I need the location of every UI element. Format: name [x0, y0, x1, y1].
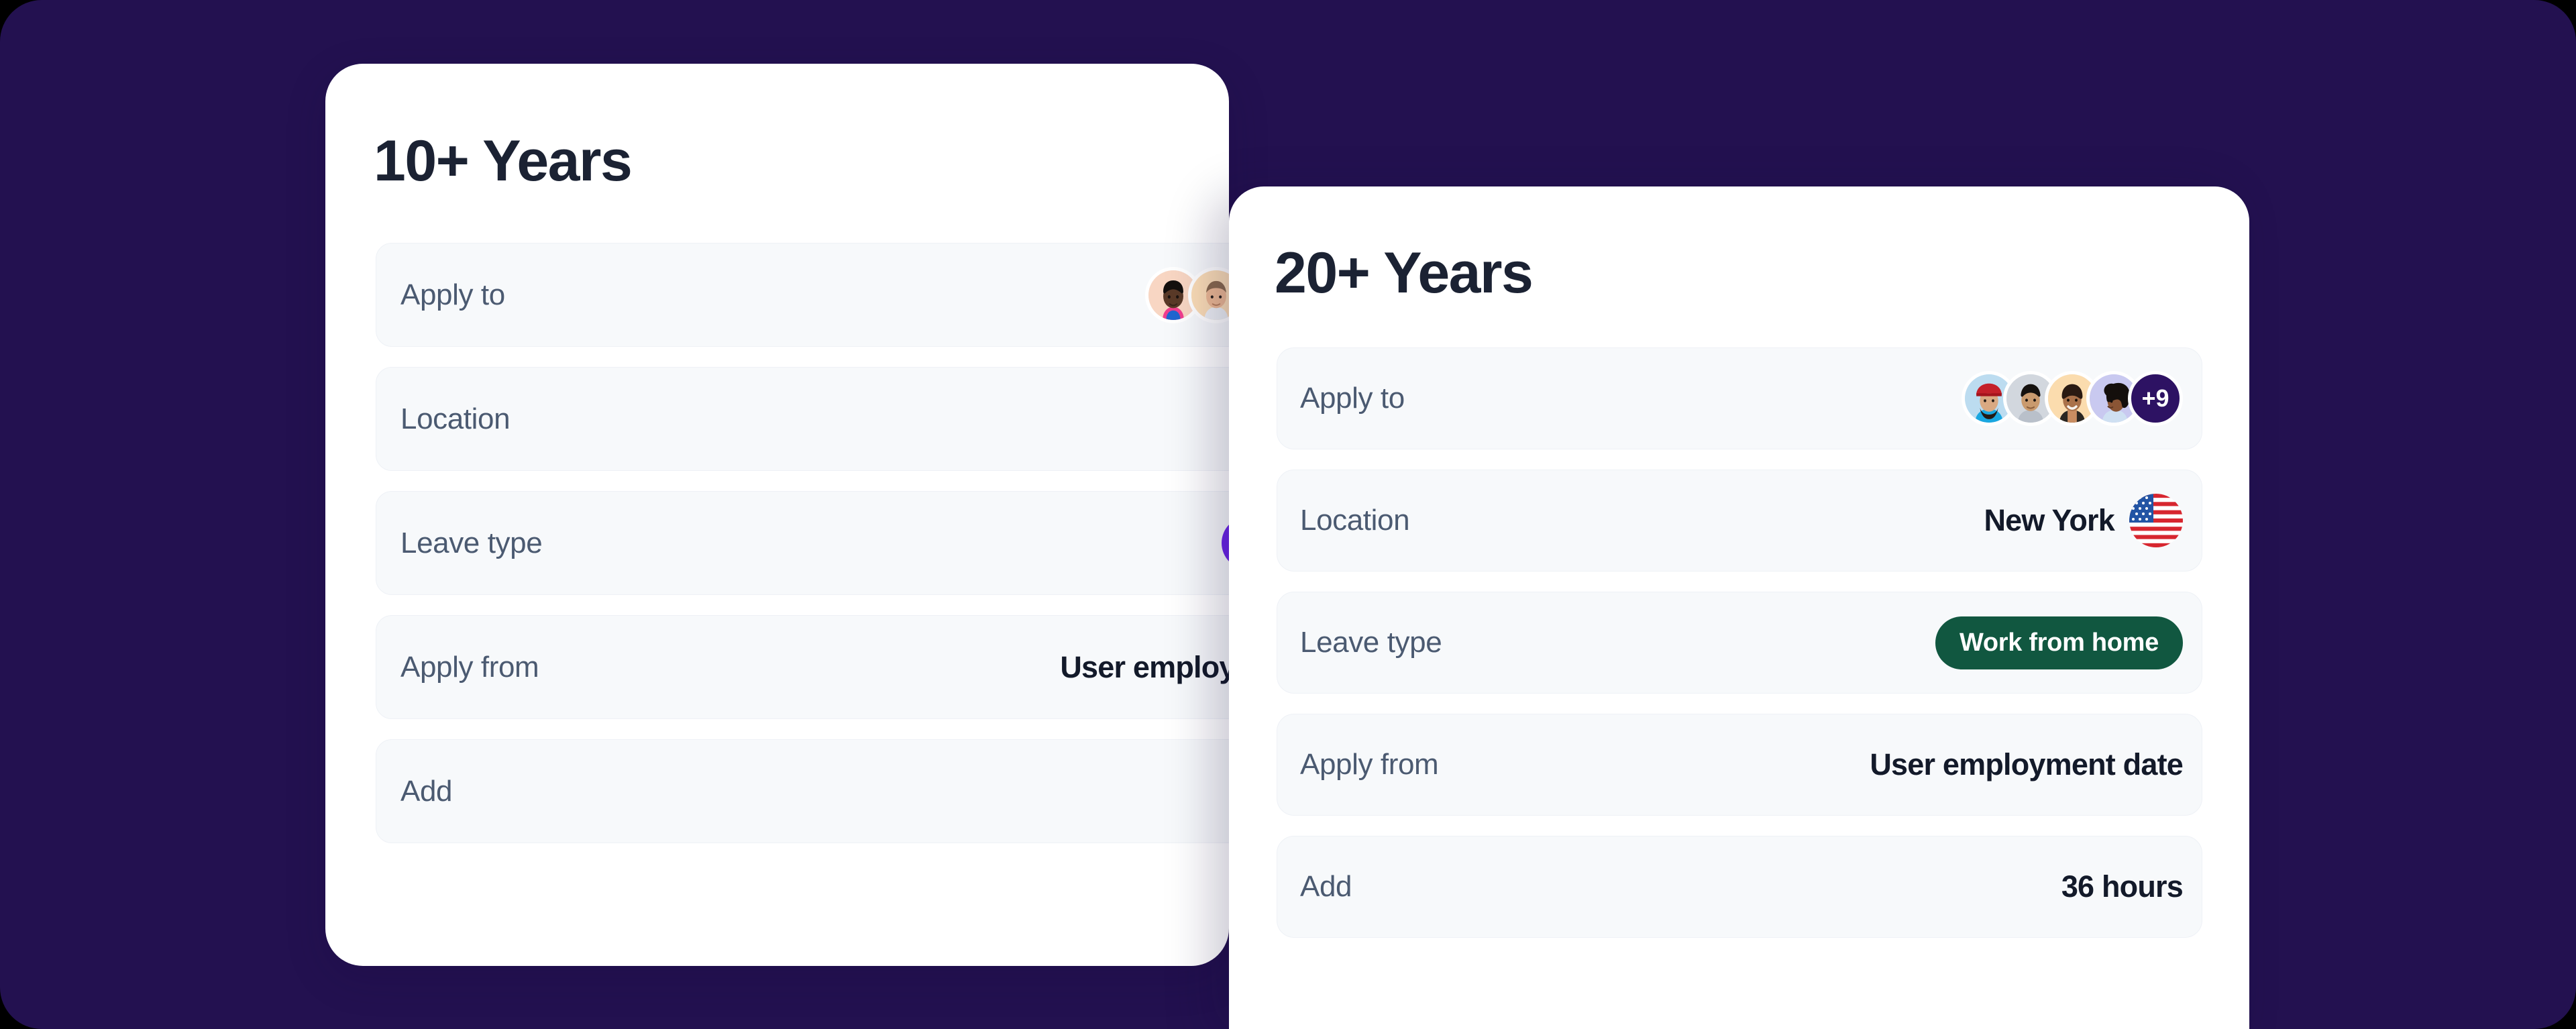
policy-card-20-years: 20+ Years Apply to +9 Location New York … [1229, 186, 2249, 1029]
avatar[interactable] [1188, 266, 1229, 323]
row-add[interactable]: Add 16 hours [376, 739, 1229, 843]
row-label-apply-to: Apply to [1300, 382, 1405, 415]
row-location[interactable]: Location Paris [376, 367, 1229, 471]
row-value-add[interactable]: 36 hours [2061, 869, 2184, 904]
row-add[interactable]: Add 36 hours [1277, 836, 2202, 938]
row-label-add: Add [400, 774, 453, 808]
row-label-apply-from: Apply from [1300, 748, 1439, 781]
row-label-leave-type: Leave type [1300, 626, 1442, 659]
row-value-location[interactable]: New York [1984, 494, 2183, 547]
add-value: 36 hours [2061, 869, 2184, 904]
row-value-leave-type[interactable]: Work from home [1935, 616, 2183, 669]
card-title-20-years: 20+ Years [1275, 241, 1534, 305]
row-apply-to[interactable]: Apply to [1277, 347, 2202, 449]
row-leave-type[interactable]: Leave type Work from home [1277, 592, 2202, 694]
row-value-apply-from[interactable]: User employment date [1870, 747, 2183, 782]
row-apply-from[interactable]: Apply from User employment date [376, 615, 1229, 719]
row-label-location: Location [400, 402, 511, 435]
card-20-rows: Apply to +9 Location New York Leave type… [1277, 347, 2202, 958]
scene-background: 10+ Years Apply to Location Leave type A… [0, 0, 2576, 1029]
row-value-apply-to[interactable]: + [1145, 266, 1229, 323]
row-label-apply-to: Apply to [400, 278, 505, 311]
usa-flag-icon [2129, 494, 2183, 547]
row-label-leave-type: Leave type [400, 526, 543, 559]
row-leave-type[interactable]: Leave type Vacation [376, 491, 1229, 595]
row-label-location: Location [1300, 504, 1410, 537]
card-title-10-years: 10+ Years [374, 129, 633, 193]
row-value-apply-to[interactable]: +9 [1962, 371, 2183, 426]
apply-from-value: User employment date [1870, 747, 2183, 781]
apply-from-value: User employment date [1060, 649, 1229, 684]
card-10-rows: Apply to Location Leave type Apply from … [376, 243, 1229, 863]
avatar-stack[interactable]: +9 [1962, 371, 2183, 426]
row-apply-from[interactable]: Apply from User employment date [1277, 714, 2202, 816]
row-value-apply-from[interactable]: User employment date [1060, 650, 1229, 685]
avatar-stack[interactable]: + [1145, 266, 1229, 323]
leave-type-badge[interactable]: Vacation [1222, 517, 1229, 570]
row-label-apply-from: Apply from [400, 650, 539, 684]
policy-card-10-years: 10+ Years Apply to Location Leave type A… [325, 64, 1229, 966]
row-label-add: Add [1300, 870, 1352, 903]
avatar-more-count[interactable]: +9 [2128, 371, 2183, 426]
row-location[interactable]: Location New York [1277, 470, 2202, 572]
leave-type-badge[interactable]: Work from home [1935, 616, 2183, 669]
row-value-leave-type[interactable]: Vacation [1222, 517, 1229, 570]
location-value: New York [1984, 503, 2114, 537]
row-apply-to[interactable]: Apply to [376, 243, 1229, 347]
